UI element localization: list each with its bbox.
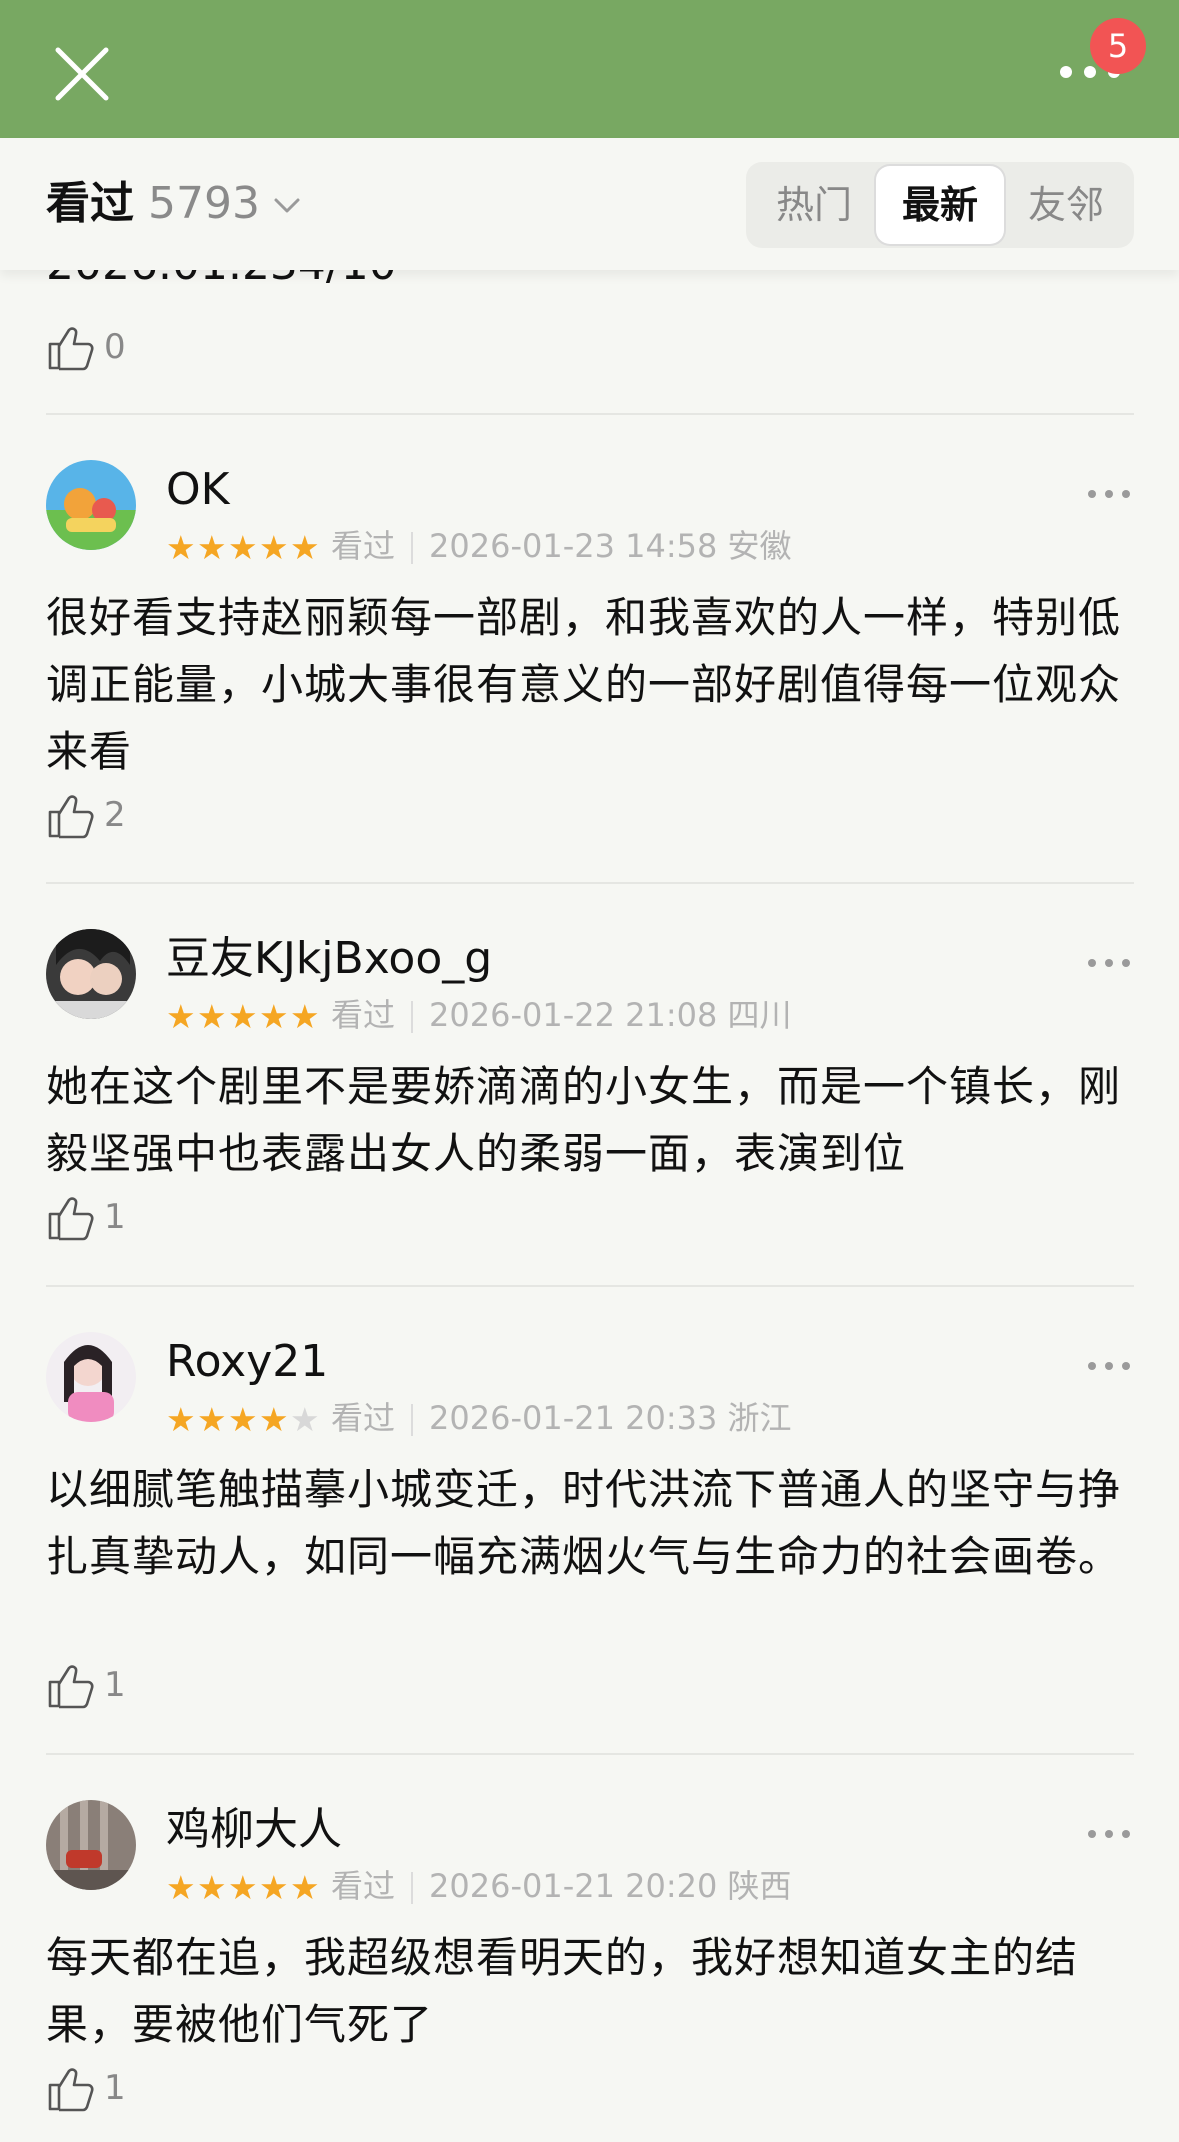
watch-status: 看过: [331, 1399, 396, 1437]
star-filled-icon: ★: [197, 1400, 227, 1439]
like-count: 2: [104, 795, 126, 835]
rating-stars: ★★★★★: [166, 995, 321, 1039]
like-count: 1: [104, 1665, 126, 1705]
review-meta: ★★★★★ 看过 2026-01-23 14:58 安徽: [166, 524, 792, 568]
rating-stars: ★★★★★: [166, 1398, 321, 1442]
divider: [46, 1285, 1134, 1287]
filter-label[interactable]: 看过: [46, 138, 134, 270]
sort-segmented-control: 热门 最新 友邻: [746, 162, 1134, 248]
star-filled-icon: ★: [228, 1868, 258, 1907]
review-meta: ★★★★★ 看过 2026-01-21 20:33 浙江: [166, 1396, 792, 1440]
chevron-down-icon[interactable]: [272, 190, 302, 220]
rating-stars: ★★★★★: [166, 1866, 321, 1910]
tab-latest[interactable]: 最新: [876, 166, 1004, 244]
notification-badge: 5: [1090, 18, 1146, 74]
close-icon[interactable]: [48, 40, 116, 108]
divider: [411, 1872, 414, 1904]
more-options-icon[interactable]: [1086, 1358, 1132, 1374]
review-text: 每天都在追，我超级想看明天的，我好想知道女主的结果，要被他们气死了: [46, 1933, 1079, 2049]
star-filled-icon: ★: [259, 528, 289, 567]
thumbs-up-icon: [46, 322, 96, 372]
reviews-list[interactable]: 2026.01.234/10 0 OK ★★★★★看过2026-01-23 14…: [0, 270, 1179, 2142]
star-filled-icon: ★: [166, 997, 196, 1036]
divider: [46, 413, 1134, 415]
divider: [411, 1001, 414, 1033]
review-meta: ★★★★★ 看过 2026-01-22 21:08 四川: [166, 993, 792, 1037]
like-count: 0: [104, 327, 126, 367]
star-filled-icon: ★: [166, 1868, 196, 1907]
watch-status: 看过: [331, 996, 396, 1034]
thumbs-up-icon: [46, 2063, 96, 2113]
divider: [46, 1753, 1134, 1755]
thumbs-up-icon: [46, 1660, 96, 1710]
thumbs-up-icon: [46, 1192, 96, 1242]
avatar[interactable]: [46, 1332, 136, 1422]
rating-stars: ★★★★★: [166, 526, 321, 570]
review-location: 陕西: [727, 1867, 792, 1905]
review-location: 四川: [727, 996, 792, 1034]
review-datetime: 2026-01-21 20:33: [429, 1399, 718, 1437]
review-text: 以细腻笔触描摹小城变迁，时代洪流下普通人的坚守与挣扎真挚动人，如同一幅充满烟火气…: [46, 1465, 1122, 1581]
divider: [46, 882, 1134, 884]
star-filled-icon: ★: [290, 1868, 320, 1907]
thumbs-up-icon: [46, 790, 96, 840]
review-datetime: 2026-01-23 14:58: [429, 527, 718, 565]
divider: [411, 1404, 414, 1436]
divider: [411, 532, 414, 564]
like-count: 1: [104, 2068, 126, 2108]
more-options-icon[interactable]: [1086, 1826, 1132, 1842]
filter-header: 看过 5793 热门 最新 友邻: [0, 138, 1179, 270]
star-empty-icon: ★: [290, 1400, 320, 1439]
star-filled-icon: ★: [228, 1400, 258, 1439]
star-filled-icon: ★: [228, 997, 258, 1036]
tab-hot[interactable]: 热门: [750, 166, 878, 244]
watch-status: 看过: [331, 1867, 396, 1905]
review-text: 2026.01.234/10: [46, 270, 1136, 300]
more-options-icon[interactable]: [1086, 955, 1132, 971]
avatar[interactable]: [46, 460, 136, 550]
filter-count[interactable]: 5793: [148, 138, 260, 270]
tab-friends[interactable]: 友邻: [1002, 166, 1130, 244]
star-filled-icon: ★: [290, 997, 320, 1036]
review-text: 她在这个剧里不是要娇滴滴的小女生，而是一个镇长，刚毅坚强中也表露出女人的柔弱一面…: [46, 1062, 1122, 1178]
review-location: 安徽: [727, 527, 792, 565]
avatar[interactable]: [46, 1800, 136, 1890]
username[interactable]: OK: [166, 460, 230, 520]
like-count: 1: [104, 1197, 126, 1237]
star-filled-icon: ★: [290, 528, 320, 567]
star-filled-icon: ★: [197, 528, 227, 567]
star-filled-icon: ★: [166, 528, 196, 567]
star-filled-icon: ★: [166, 1400, 196, 1439]
star-filled-icon: ★: [197, 997, 227, 1036]
star-filled-icon: ★: [259, 1400, 289, 1439]
review-datetime: 2026-01-22 21:08: [429, 996, 718, 1034]
list-item: 2026.01.234/10: [46, 270, 1136, 300]
star-filled-icon: ★: [228, 528, 258, 567]
avatar[interactable]: [46, 929, 136, 1019]
review-meta: ★★★★★ 看过 2026-01-21 20:20 陕西: [166, 1864, 792, 1908]
review-datetime: 2026-01-21 20:20: [429, 1867, 718, 1905]
username[interactable]: Roxy21: [166, 1332, 328, 1392]
username[interactable]: 豆友KJkjBxoo_g: [166, 929, 492, 989]
watch-status: 看过: [331, 527, 396, 565]
star-filled-icon: ★: [259, 997, 289, 1036]
review-location: 浙江: [727, 1399, 792, 1437]
username[interactable]: 鸡柳大人: [166, 1800, 342, 1860]
top-bar: 5: [0, 0, 1179, 138]
star-filled-icon: ★: [197, 1868, 227, 1907]
star-filled-icon: ★: [259, 1868, 289, 1907]
review-text: 很好看支持赵丽颖每一部剧，和我喜欢的人一样，特别低调正能量，小城大事很有意义的一…: [46, 593, 1122, 776]
more-options-icon[interactable]: [1086, 486, 1132, 502]
